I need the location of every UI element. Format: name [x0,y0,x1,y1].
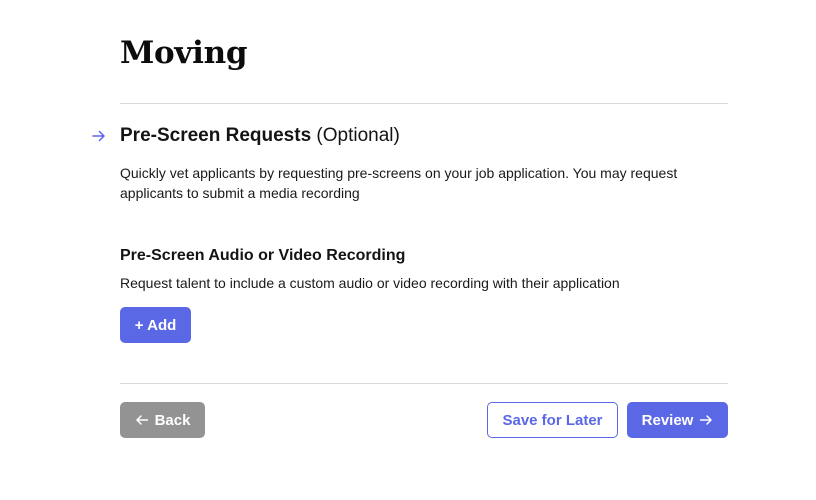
back-button[interactable]: Back [120,402,205,438]
back-button-label: Back [154,411,191,429]
top-divider [120,103,728,104]
section-heading: Pre-Screen Requests (Optional) [120,124,400,148]
recording-description: Request talent to include a custom audio… [120,275,620,291]
save-for-later-button[interactable]: Save for Later [487,402,618,438]
save-button-label: Save for Later [502,411,603,429]
add-recording-button[interactable]: + Add [120,307,191,343]
add-button-label: + Add [134,316,177,334]
section-heading-title: Pre-Screen Requests [120,125,312,146]
bottom-divider [120,383,728,384]
arrow-left-icon [135,415,148,425]
review-button[interactable]: Review [627,402,728,438]
arrow-right-icon [700,415,713,425]
section-heading-optional: (Optional) [311,125,400,146]
recording-heading: Pre-Screen Audio or Video Recording [120,247,406,264]
page-title: Moving [120,35,248,71]
section-description: Quickly vet applicants by requesting pre… [120,165,678,201]
review-button-label: Review [641,411,694,429]
arrow-right-icon [92,130,105,142]
